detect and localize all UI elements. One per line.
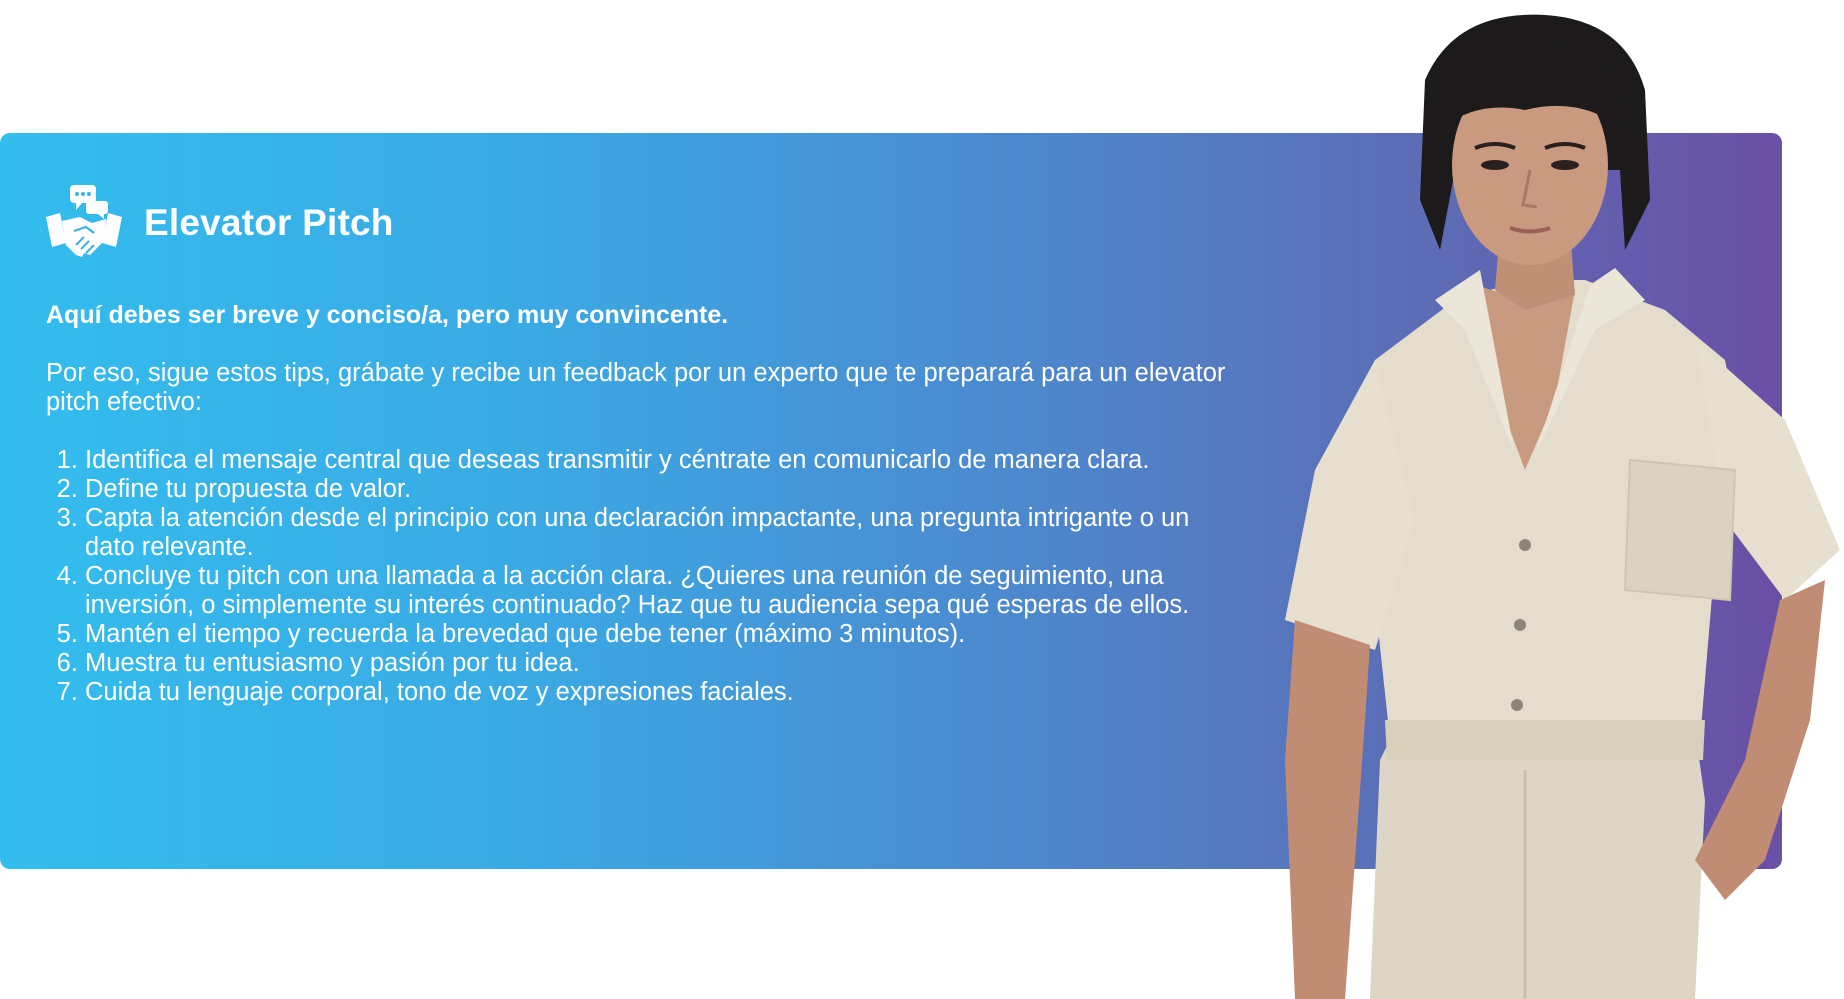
list-item: Define tu propuesta de valor. (85, 475, 1235, 504)
list-item: Mantén el tiempo y recuerda la brevedad … (85, 620, 1235, 649)
banner-content: Elevator Pitch Aquí debes ser breve y co… (46, 182, 1286, 707)
lead-text: Aquí debes ser breve y conciso/a, pero m… (46, 301, 729, 329)
list-item: Capta la atención desde el principio con… (85, 504, 1235, 562)
banner-header: Elevator Pitch (46, 182, 1286, 262)
list-item: Concluye tu pitch con una llamada a la a… (85, 562, 1235, 620)
list-item: Cuida tu lenguaje corporal, tono de voz … (85, 678, 1235, 707)
handshake-chat-icon (46, 185, 122, 257)
person-photo (1225, 0, 1844, 999)
elevator-pitch-stage: Elevator Pitch Aquí debes ser breve y co… (0, 0, 1844, 999)
list-item: Muestra tu entusiasmo y pasión por tu id… (85, 649, 1235, 678)
list-item: Identifica el mensaje central que deseas… (85, 446, 1235, 475)
tips-list: Identifica el mensaje central que deseas… (46, 446, 1235, 707)
intro-text: Por eso, sigue estos tips, grábate y rec… (46, 359, 1226, 416)
page-title: Elevator Pitch (144, 202, 394, 243)
